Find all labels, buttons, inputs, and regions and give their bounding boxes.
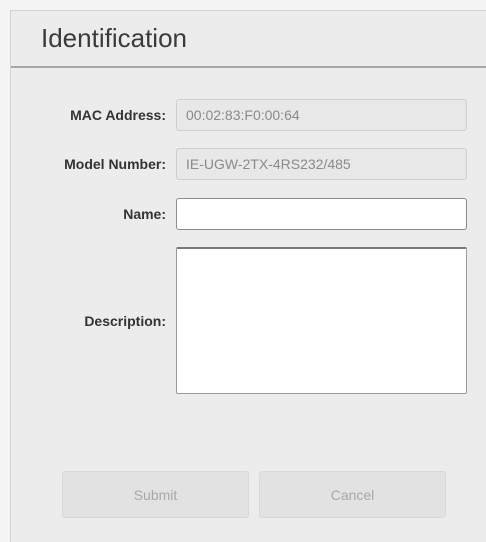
submit-button[interactable]: Submit bbox=[62, 471, 249, 518]
identification-panel: Identification MAC Address: 00:02:83:F0:… bbox=[10, 10, 486, 542]
name-input[interactable] bbox=[176, 198, 467, 230]
description-textarea[interactable] bbox=[176, 247, 467, 394]
name-label: Name: bbox=[123, 206, 166, 222]
cancel-button[interactable]: Cancel bbox=[259, 471, 446, 518]
mac-address-field: 00:02:83:F0:00:64 bbox=[176, 99, 467, 131]
model-number-label: Model Number: bbox=[64, 156, 166, 172]
description-label: Description: bbox=[84, 313, 166, 329]
panel-header: Identification bbox=[11, 11, 486, 68]
mac-address-label: MAC Address: bbox=[70, 107, 166, 123]
panel-title: Identification bbox=[41, 23, 187, 53]
model-number-field: IE-UGW-2TX-4RS232/485 bbox=[176, 148, 467, 180]
